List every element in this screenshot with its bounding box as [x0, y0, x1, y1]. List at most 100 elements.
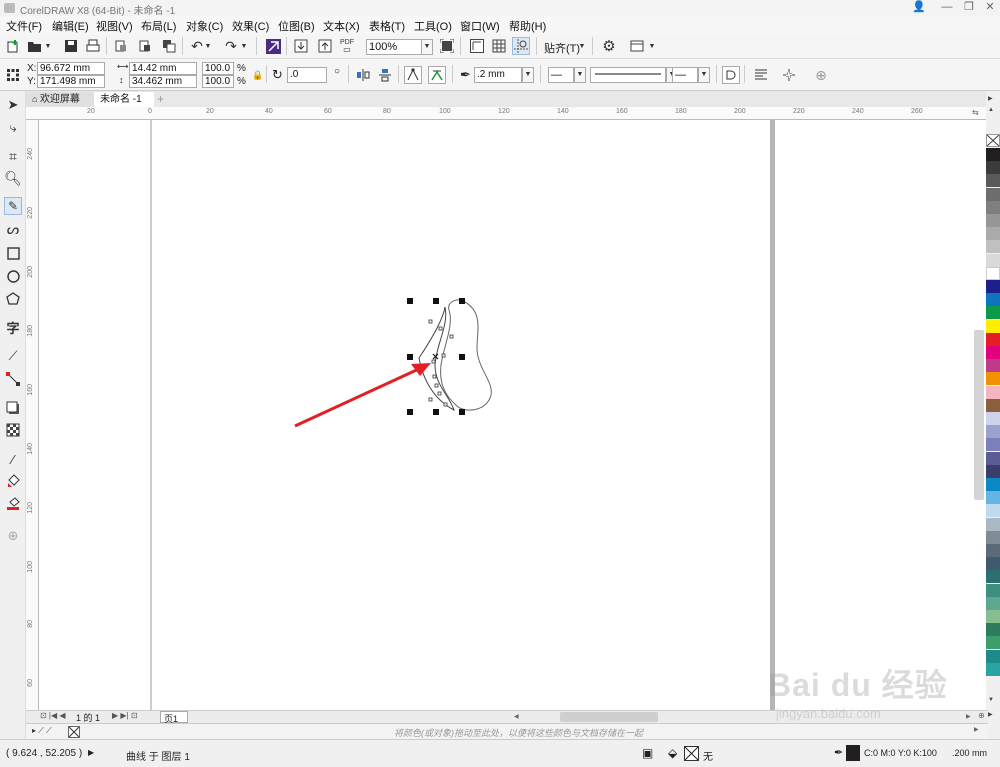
hscroll-left-icon[interactable]: ◀ [514, 713, 522, 721]
zoom-tool-icon[interactable]: 🔍︎ [4, 169, 22, 187]
close-button[interactable]: ✕ [981, 1, 999, 14]
hscroll-right-icon[interactable]: ▶ [966, 713, 971, 720]
color-swatch[interactable] [986, 544, 1000, 557]
account-icon[interactable]: 👤 [910, 1, 928, 14]
menu-tools[interactable]: 工具(O) [414, 18, 452, 34]
color-swatch[interactable] [986, 504, 1000, 518]
application-launcher-icon[interactable] [628, 37, 646, 55]
color-swatch[interactable] [986, 398, 1000, 412]
color-swatch[interactable] [986, 478, 1000, 491]
start-arrowhead-select[interactable]: — [548, 67, 574, 83]
add-tab-button[interactable]: + [154, 92, 170, 107]
edit-path-icon[interactable] [404, 66, 422, 84]
menu-effects[interactable]: 效果(C) [232, 18, 269, 34]
color-swatch[interactable] [986, 319, 1000, 333]
export-icon[interactable] [136, 37, 154, 55]
end-arrowhead-dropdown-icon[interactable]: ▼ [698, 67, 710, 83]
snap-to-menu[interactable]: 贴齐(T) [544, 40, 580, 56]
snap-dropdown-icon[interactable]: ▼ [578, 37, 586, 55]
smart-fill-icon[interactable] [4, 495, 22, 513]
docpal-menu-icon[interactable]: ▸ ⟋ ⟋ [32, 726, 52, 736]
outline-width-dropdown-icon[interactable]: ▼ [522, 67, 534, 83]
color-swatch[interactable] [986, 200, 1000, 214]
redo-icon[interactable]: ↷ [222, 37, 240, 55]
width-input[interactable]: 14.42 mm [129, 62, 197, 75]
zoom-navigator-icon[interactable]: ⊕ [978, 711, 985, 720]
color-swatch[interactable] [986, 557, 1000, 571]
end-arrowhead-select[interactable]: — [672, 67, 698, 83]
transparency-tool-icon[interactable] [4, 421, 22, 439]
color-swatch[interactable] [986, 161, 1000, 175]
color-swatch[interactable] [986, 346, 1000, 359]
line-style-select[interactable] [590, 67, 666, 83]
palette-expand-icon[interactable]: ▶ [988, 711, 993, 718]
drawing-canvas[interactable] [39, 120, 988, 710]
mirror-vertical-icon[interactable] [376, 66, 394, 84]
x-position-input[interactable]: 96.672 mm [37, 62, 105, 75]
menu-window[interactable]: 窗口(W) [460, 18, 500, 34]
import-icon[interactable] [112, 37, 130, 55]
options-gear-icon[interactable]: ⚙ [600, 37, 618, 55]
horizontal-scrollbar[interactable] [560, 712, 658, 722]
shape-tool-icon[interactable]: ⤷ [4, 119, 22, 137]
menu-edit[interactable]: 编辑(E) [52, 18, 89, 34]
maximize-button[interactable]: ❐ [960, 1, 978, 14]
y-position-input[interactable]: 171.498 mm [37, 75, 105, 88]
menu-table[interactable]: 表格(T) [369, 18, 405, 34]
color-swatch[interactable] [986, 332, 1000, 346]
menu-text[interactable]: 文本(X) [323, 18, 360, 34]
scale-x-input[interactable]: 100.0 [202, 62, 234, 75]
show-grid-icon[interactable] [490, 37, 508, 55]
docpal-no-color-swatch[interactable] [68, 726, 80, 738]
start-arrowhead-dropdown-icon[interactable]: ▼ [574, 67, 586, 83]
interactive-fill-icon[interactable] [4, 472, 22, 490]
color-swatch[interactable] [986, 425, 1000, 439]
menu-view[interactable]: 视图(V) [96, 18, 133, 34]
ellipse-tool-icon[interactable] [4, 267, 22, 285]
export-button-icon[interactable] [316, 37, 334, 55]
color-swatch[interactable] [986, 623, 1000, 637]
fill-none-swatch[interactable] [684, 746, 699, 761]
polygon-tool-icon[interactable] [4, 289, 22, 307]
color-swatch[interactable] [986, 266, 1000, 280]
outline-color-swatch[interactable] [846, 745, 860, 761]
vertical-scrollbar[interactable] [974, 330, 984, 500]
mirror-horizontal-icon[interactable] [354, 66, 372, 84]
color-swatch[interactable] [986, 293, 1000, 307]
pick-tool-icon[interactable]: ➤ [4, 96, 22, 114]
docpal-scroll-icon[interactable]: ▶ [974, 726, 979, 733]
rotation-angle-input[interactable]: .0 [287, 67, 327, 83]
no-color-swatch[interactable] [986, 134, 1000, 147]
connector-tool-icon[interactable] [4, 370, 22, 388]
palette-scroll-icon[interactable]: ▲ [988, 107, 994, 113]
scale-y-input[interactable]: 100.0 [202, 75, 234, 88]
close-curve-icon[interactable] [722, 66, 740, 84]
color-swatch[interactable] [986, 583, 1000, 597]
color-swatch[interactable] [986, 240, 1000, 254]
full-screen-icon[interactable] [438, 37, 456, 55]
color-swatch[interactable] [986, 570, 1000, 584]
redo-dropdown-icon[interactable]: ▼ [240, 37, 248, 55]
zoom-dropdown-icon[interactable]: ▼ [421, 39, 433, 55]
search-content-icon[interactable] [264, 37, 282, 55]
color-swatch[interactable] [986, 214, 1000, 227]
color-swatch[interactable] [986, 227, 1000, 241]
minimize-button[interactable]: — [938, 1, 956, 14]
undo-dropdown-icon[interactable]: ▼ [204, 37, 212, 55]
palette-scroll-down-icon[interactable]: ▼ [988, 697, 994, 703]
status-expand-icon[interactable]: ▶ [88, 748, 94, 757]
color-swatch[interactable] [986, 253, 1000, 267]
color-proof-icon[interactable]: ▣ [642, 746, 653, 760]
import-button-icon[interactable] [292, 37, 310, 55]
menu-layout[interactable]: 布局(L) [141, 18, 176, 34]
add-toolbar-icon[interactable]: ⊕ [812, 66, 830, 84]
save-icon[interactable] [62, 37, 80, 55]
tab-welcome[interactable]: ⌂ 欢迎屏幕 [26, 92, 94, 107]
show-guidelines-icon[interactable] [512, 37, 530, 55]
menu-file[interactable]: 文件(F) [6, 18, 42, 34]
outline-width-input[interactable]: .2 mm [474, 67, 522, 83]
parallel-dimension-icon[interactable]: ⟋ [4, 347, 22, 365]
color-swatch[interactable] [986, 372, 1000, 386]
color-swatch[interactable] [986, 306, 1000, 320]
crop-tool-icon[interactable]: ⌗ [4, 147, 22, 165]
